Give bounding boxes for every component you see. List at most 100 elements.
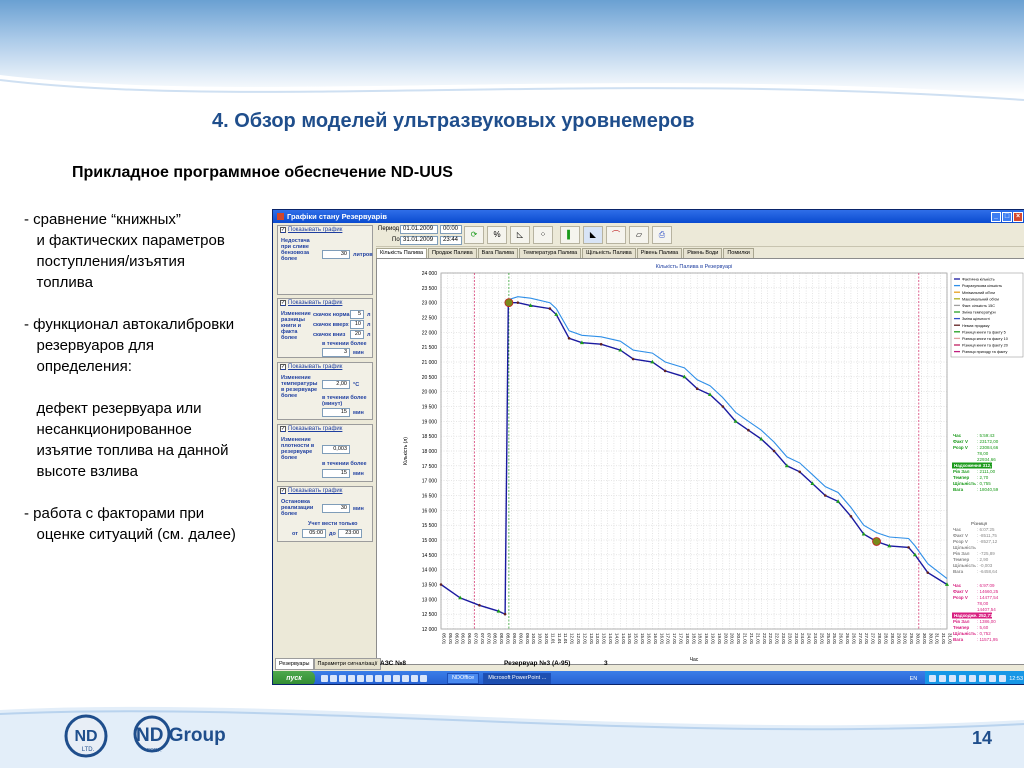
jump-down-input[interactable]: 20	[350, 330, 364, 339]
window-titlebar[interactable]: Графіки стану Резервуарів _ □ ×	[273, 210, 1024, 223]
panel-value: : 23172,00	[977, 439, 999, 444]
sales-stop-input[interactable]: 30	[322, 504, 350, 513]
x-tick-label: 25.01	[826, 633, 831, 645]
temp-duration-input[interactable]: 15	[322, 408, 350, 417]
show-graph-label[interactable]: Показывать график	[288, 426, 342, 432]
show-graph-checkbox[interactable]: ✓	[280, 364, 286, 370]
refresh-icon[interactable]: ⟳	[464, 226, 484, 244]
data-point	[926, 571, 930, 574]
legend-item: Різниця книги та факту 10	[962, 337, 1008, 341]
taskbar: пуск NDOffice Microsoft PowerPoint ... E…	[273, 671, 1024, 684]
to-time-input[interactable]: 23:44	[440, 236, 462, 245]
show-graph-checkbox[interactable]: ✓	[280, 488, 286, 494]
event-circle	[504, 298, 514, 308]
quick-launch-icon[interactable]	[348, 675, 355, 682]
data-point	[631, 357, 635, 361]
task-powerpoint[interactable]: Microsoft PowerPoint ...	[483, 673, 552, 684]
from-date-input[interactable]: 01.01.2009	[400, 225, 438, 234]
chart-line-icon[interactable]: ⌒	[606, 226, 626, 244]
tray-icon[interactable]	[949, 675, 957, 682]
tab-0[interactable]: Кількість Палива	[376, 248, 428, 258]
from-time-input[interactable]: 05:00	[302, 529, 326, 538]
quick-launch-icon[interactable]	[366, 675, 373, 682]
task-ndoffice[interactable]: NDOffice	[447, 673, 480, 684]
panel-key: Щільність	[953, 631, 976, 636]
temperature-input[interactable]: 2,00	[322, 380, 350, 389]
logo-ltd-text: LTD.	[82, 747, 95, 753]
density-duration-unit: мин	[353, 471, 364, 477]
percent-icon[interactable]: %	[487, 226, 507, 244]
density-input[interactable]: 0,003	[322, 445, 350, 454]
tab-alarm-params[interactable]: Параметри сигналізації	[313, 658, 382, 670]
legend-item: Фактична кількість	[962, 278, 995, 282]
tab-4[interactable]: Щільність Палива	[582, 248, 636, 258]
tab-2[interactable]: Вага Палива	[477, 248, 519, 258]
panel-key: Час	[953, 583, 962, 588]
legend-item: Зміна температури	[962, 311, 996, 315]
from-time-input[interactable]: 00:00	[440, 225, 462, 234]
quick-launch-icon[interactable]	[330, 675, 337, 682]
app-icon	[277, 213, 284, 220]
quick-launch-icon[interactable]	[384, 675, 391, 682]
legend-item: Розрахункова кількість	[962, 284, 1002, 288]
tray-icon[interactable]	[989, 675, 997, 682]
panel-value: : -8511,75	[977, 533, 997, 538]
tab-6[interactable]: Рівень Води	[683, 248, 723, 258]
tab-1[interactable]: Продаж Палива	[428, 248, 477, 258]
quick-launch-icon[interactable]	[357, 675, 364, 682]
nd-ltd-logo: ND LTD.	[64, 714, 108, 758]
quick-launch-icon[interactable]	[321, 675, 328, 682]
shortage-input[interactable]: 30	[322, 250, 350, 259]
show-graph-label[interactable]: Показывать график	[288, 488, 342, 494]
jump-normal-input[interactable]: 5	[350, 310, 364, 319]
tab-5[interactable]: Рівень Палива	[636, 248, 683, 258]
quick-launch-icon[interactable]	[411, 675, 418, 682]
duration-input[interactable]: 3	[322, 348, 350, 357]
y-tick-label: 23 000	[422, 301, 438, 307]
show-graph-label[interactable]: Показывать график	[288, 364, 342, 370]
chart-step-icon[interactable]: ◺	[510, 226, 530, 244]
tab-3[interactable]: Температура Палива	[519, 248, 582, 258]
window-title: Графіки стану Резервуарів	[287, 212, 387, 221]
density-duration-input[interactable]: 15	[322, 469, 350, 478]
quick-launch-icon[interactable]	[402, 675, 409, 682]
jump-up-input[interactable]: 10	[350, 320, 364, 329]
bullet-line: - функционал автокалибровки	[24, 316, 235, 333]
chart-dots-icon[interactable]: ⁘	[533, 226, 553, 244]
quick-launch-icon[interactable]	[339, 675, 346, 682]
minimize-button[interactable]: _	[991, 211, 1001, 222]
temp-duration-label: в течении более (минут)	[322, 395, 367, 407]
start-button[interactable]: пуск	[273, 671, 315, 684]
tray-icon[interactable]	[979, 675, 987, 682]
to-date-input[interactable]: 31.01.2009	[400, 236, 438, 245]
tray-icon[interactable]	[969, 675, 977, 682]
flag-icon[interactable]: ▌	[560, 226, 580, 244]
to-time-input[interactable]: 23:00	[338, 529, 362, 538]
tray-icon[interactable]	[929, 675, 937, 682]
print-icon[interactable]: ⎙	[652, 226, 672, 244]
maximize-button[interactable]: □	[1002, 211, 1012, 222]
data-point	[548, 307, 552, 310]
chart-area-icon[interactable]: ◣	[583, 226, 603, 244]
tab-7[interactable]: Помилки	[723, 248, 754, 258]
show-graph-label[interactable]: Показывать график	[288, 300, 342, 306]
x-tick-label: 24.01	[813, 633, 818, 645]
show-graph-checkbox[interactable]: ✓	[280, 227, 286, 233]
quick-launch-icon[interactable]	[375, 675, 382, 682]
close-button[interactable]: ×	[1013, 211, 1023, 222]
panel-value	[977, 545, 978, 550]
show-graph-checkbox[interactable]: ✓	[280, 426, 286, 432]
panel-key: Факт V	[953, 533, 968, 538]
show-graph-label[interactable]: Показывать график	[288, 227, 342, 233]
quick-launch-icon[interactable]	[420, 675, 427, 682]
tray-icon[interactable]	[959, 675, 967, 682]
eraser-icon[interactable]: ▱	[629, 226, 649, 244]
show-graph-checkbox[interactable]: ✓	[280, 300, 286, 306]
quick-launch-icon[interactable]	[393, 675, 400, 682]
tab-tanks[interactable]: Резервуары	[275, 658, 314, 670]
tray-icon[interactable]	[999, 675, 1007, 682]
language-indicator[interactable]: EN	[910, 676, 918, 682]
panel-key: Вага	[953, 637, 964, 642]
tray-icon[interactable]	[939, 675, 947, 682]
x-tick-label: 29.01	[896, 633, 901, 645]
